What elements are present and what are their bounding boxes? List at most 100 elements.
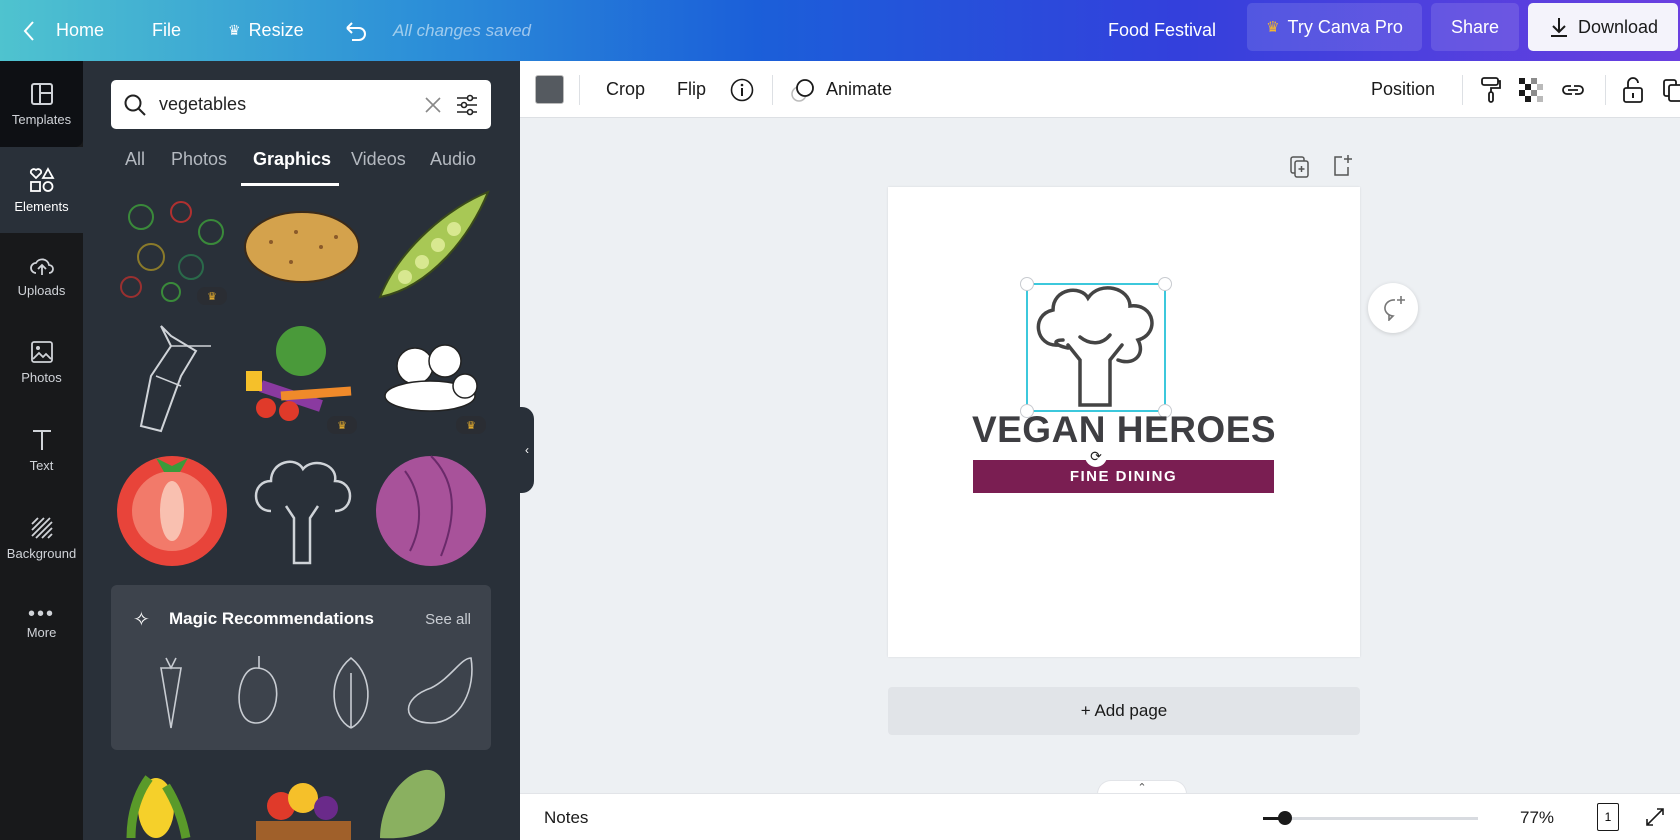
heading-text[interactable]: VEGAN HEROES (888, 409, 1360, 451)
graphic-red-cabbage[interactable] (370, 446, 492, 568)
rotate-handle[interactable]: ⟳ (1085, 445, 1107, 467)
broccoli-graphic[interactable] (1028, 285, 1164, 410)
design-title[interactable]: Food Festival (1108, 0, 1216, 61)
more-icon: ••• (27, 602, 55, 625)
info-icon (730, 78, 754, 101)
try-pro-label: Try Canva Pro (1287, 16, 1403, 37)
crop-button[interactable]: Crop (606, 61, 645, 118)
collapse-panel-handle[interactable]: ‹ (520, 407, 534, 493)
zoom-level[interactable]: 77% (1520, 808, 1554, 828)
expand-pages-button[interactable]: ⌃ (1097, 780, 1187, 794)
chevron-left-icon (23, 20, 34, 41)
see-all-link[interactable]: See all (425, 611, 471, 628)
side-rail: Templates Elements Uploads Photos Text B… (0, 61, 83, 840)
rail-label: Elements (14, 198, 69, 214)
graphic-corn[interactable] (111, 766, 233, 840)
clear-icon[interactable] (423, 95, 443, 115)
flip-button[interactable]: Flip (677, 61, 706, 118)
lock-button[interactable] (1622, 61, 1644, 118)
animate-label: Animate (826, 79, 893, 99)
magic-recommendations: ✧ Magic Recommendations See all (111, 585, 491, 750)
resize-handle[interactable] (1020, 277, 1034, 291)
fullscreen-icon[interactable] (1644, 806, 1666, 828)
undo-button[interactable] (343, 0, 369, 61)
tab-audio[interactable]: Audio (430, 149, 476, 170)
divider (1462, 75, 1463, 105)
home-button[interactable]: Home (22, 0, 104, 61)
copy-style-button[interactable] (1480, 61, 1502, 118)
pro-badge: ♛ (197, 287, 227, 305)
rail-label: Background (6, 545, 77, 561)
link-button[interactable] (1560, 61, 1586, 118)
tab-videos[interactable]: Videos (351, 149, 406, 170)
duplicate-page-icon[interactable] (1288, 155, 1312, 179)
share-button[interactable]: Share (1431, 3, 1519, 51)
paint-roller-icon (1481, 76, 1501, 103)
graphic-tomato-half[interactable] (111, 446, 233, 568)
try-canva-pro-button[interactable]: ♛ Try Canva Pro (1247, 3, 1422, 51)
zoom-slider[interactable] (1263, 811, 1478, 825)
background-icon (30, 516, 53, 539)
graphic-potato[interactable] (241, 187, 363, 309)
resize-handle[interactable] (1158, 277, 1172, 291)
rail-item-more[interactable]: ••• More (0, 581, 83, 667)
transparency-button[interactable] (1519, 61, 1543, 118)
tab-all[interactable]: All (125, 149, 145, 170)
graphic-vegetable-bunch[interactable]: ♛ (241, 316, 363, 438)
chevron-left-icon: ‹ (525, 443, 529, 457)
info-button[interactable] (730, 61, 754, 118)
duplicate-icon (1663, 78, 1680, 102)
duplicate-button[interactable] (1663, 61, 1680, 118)
graphic-pepper-sketch[interactable] (111, 316, 233, 438)
graphic-vegetable-outline-pile[interactable]: ♛ (370, 316, 492, 438)
add-page-icon[interactable] (1330, 153, 1354, 177)
rail-item-photos[interactable]: Photos (0, 319, 83, 405)
tab-photos[interactable]: Photos (171, 149, 227, 170)
notes-button[interactable]: Notes (544, 808, 588, 828)
color-swatch[interactable] (535, 75, 564, 104)
rail-label: More (26, 624, 57, 640)
rotate-icon: ⟳ (1090, 447, 1102, 464)
add-comment-button[interactable] (1368, 283, 1418, 333)
search-input[interactable] (159, 94, 411, 115)
graphic-zucchini[interactable] (370, 766, 492, 840)
file-label: File (152, 20, 182, 40)
page-count: 1 (1604, 810, 1612, 824)
graphic-vegetable-basket[interactable] (241, 766, 363, 840)
rail-item-background[interactable]: Background (0, 495, 83, 581)
graphic-broccoli-outline[interactable] (241, 446, 363, 568)
download-button[interactable]: Download (1528, 3, 1678, 51)
search-bar (111, 80, 491, 129)
pro-badge: ♛ (456, 416, 486, 434)
selection-box[interactable] (1020, 277, 1172, 418)
design-page[interactable]: VEGAN HEROES FINE DINING ⟳ (888, 187, 1360, 657)
animate-button[interactable]: Animate (790, 61, 892, 118)
zoom-slider-knob[interactable] (1277, 811, 1292, 825)
crown-icon: ♛ (1266, 19, 1280, 36)
tab-graphics[interactable]: Graphics (253, 149, 331, 170)
divider (579, 75, 580, 105)
upload-icon (29, 258, 54, 275)
rail-label: Uploads (17, 282, 66, 298)
add-page-button[interactable]: + Add page (888, 687, 1360, 735)
recommendation-outlines[interactable] (141, 653, 481, 733)
file-menu[interactable]: File (152, 0, 181, 61)
active-tab-indicator (241, 183, 339, 186)
page-count-button[interactable]: 1 (1597, 803, 1619, 831)
rail-item-uploads[interactable]: Uploads (0, 233, 83, 319)
save-status: All changes saved (393, 20, 531, 40)
graphic-pea-pod[interactable] (370, 187, 492, 309)
rail-item-elements[interactable]: Elements (0, 147, 83, 233)
elements-icon (29, 166, 55, 192)
rail-item-templates[interactable]: Templates (0, 61, 83, 147)
resize-button[interactable]: ♛ Resize (228, 0, 304, 61)
templates-icon (30, 82, 53, 105)
subheading-banner[interactable]: FINE DINING (973, 460, 1274, 493)
position-button[interactable]: Position (1371, 61, 1435, 118)
rail-item-text[interactable]: Text (0, 407, 83, 493)
filter-icon[interactable] (455, 93, 479, 117)
photos-icon (30, 340, 53, 363)
animate-icon (791, 78, 814, 102)
graphic-vegetable-sketch-collection[interactable]: ♛ (111, 187, 233, 309)
bottom-bar: Notes 77% 1 (520, 793, 1680, 840)
